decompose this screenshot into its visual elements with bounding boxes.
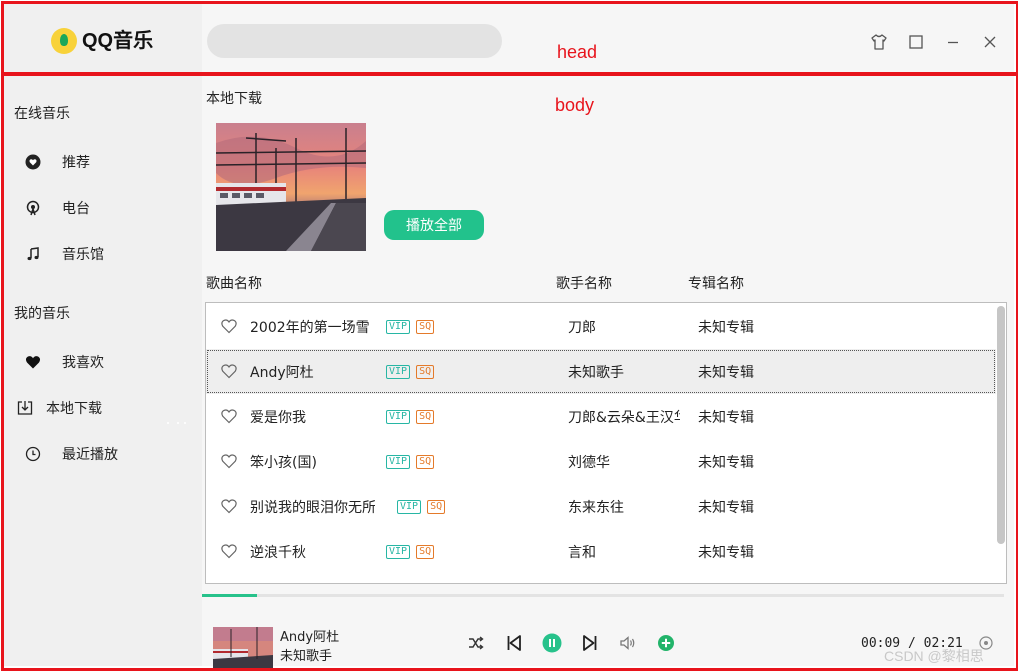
body-region-outline: [1, 72, 1018, 671]
head-region-outline: [1, 1, 1018, 76]
